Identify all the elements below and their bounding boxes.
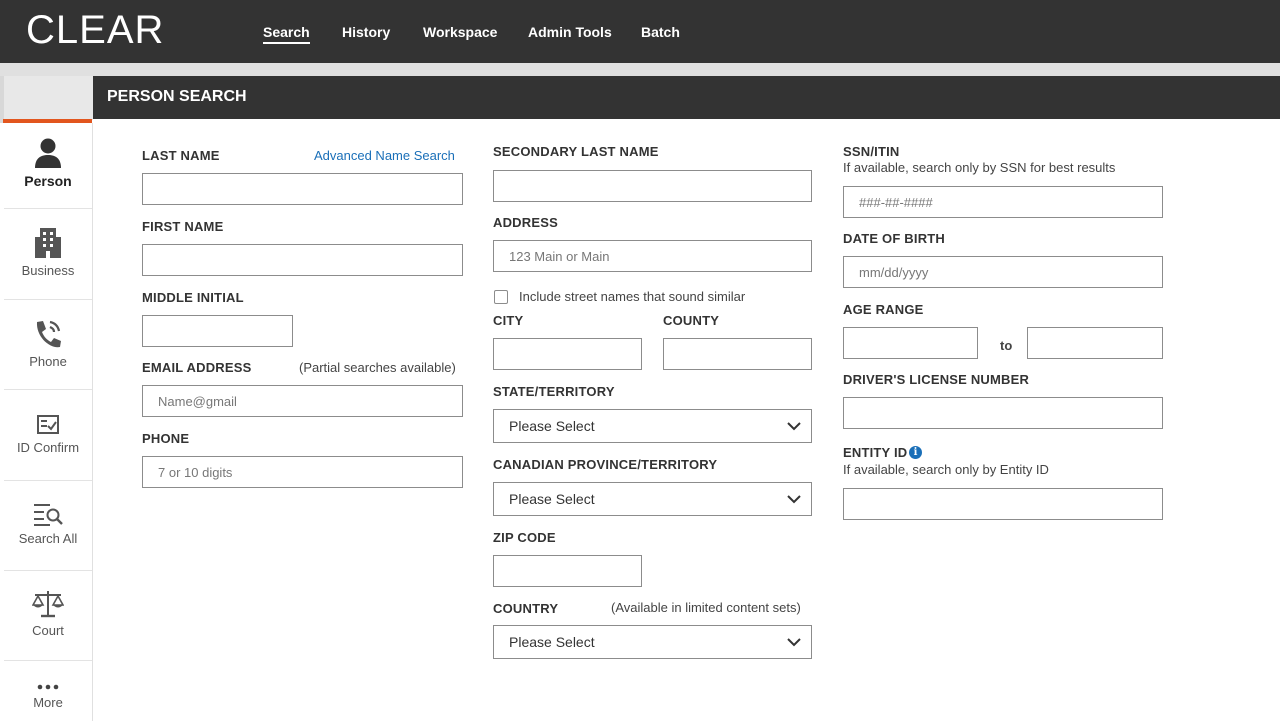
info-icon[interactable]: i	[909, 446, 922, 459]
ssn-input[interactable]	[843, 186, 1163, 218]
page-header: PERSON SEARCH	[93, 76, 1280, 119]
email-hint: (Partial searches available)	[299, 360, 456, 375]
nav-history[interactable]: History	[342, 24, 390, 40]
sidebar-item-label: Person	[24, 173, 72, 189]
sidebar-item-business[interactable]: Business	[4, 209, 92, 300]
search-all-icon	[34, 504, 63, 526]
sidebar-item-more[interactable]: More	[4, 661, 92, 721]
drivers-license-label: DRIVER'S LICENSE NUMBER	[843, 372, 1030, 387]
sidebar-item-label: More	[33, 695, 63, 710]
age-range-from-input[interactable]	[843, 327, 978, 359]
city-input[interactable]	[493, 338, 642, 370]
province-select[interactable]: Please Select	[493, 482, 812, 516]
nav-search[interactable]: Search	[263, 24, 310, 44]
state-selected-value: Please Select	[509, 418, 595, 434]
scales-icon	[32, 591, 64, 618]
left-sidebar: Person Business Phone ID Confirm Search …	[0, 123, 93, 721]
nav-admin-tools[interactable]: Admin Tools	[528, 24, 612, 40]
sidebar-item-label: Business	[21, 263, 75, 278]
sidebar-item-id-confirm[interactable]: ID Confirm	[4, 390, 92, 481]
last-name-label: LAST NAME	[142, 148, 220, 163]
middle-initial-label: MIDDLE INITIAL	[142, 290, 244, 305]
sound-similar-label[interactable]: Include street names that sound similar	[519, 289, 745, 304]
chevron-down-icon	[787, 495, 801, 504]
top-navigation-bar: CLEAR Search History Workspace Admin Too…	[0, 0, 1280, 63]
province-selected-value: Please Select	[509, 491, 595, 507]
secondary-last-name-input[interactable]	[493, 170, 812, 202]
app-logo[interactable]: CLEAR	[26, 8, 164, 53]
address-label: ADDRESS	[493, 215, 558, 230]
email-input[interactable]	[142, 385, 463, 417]
sidebar-item-search-all[interactable]: Search All	[4, 481, 92, 571]
country-select[interactable]: Please Select	[493, 625, 812, 659]
zip-input[interactable]	[493, 555, 642, 587]
sidebar-item-person[interactable]: Person	[4, 123, 92, 209]
sub-header-strip	[0, 63, 1280, 76]
building-icon	[35, 228, 61, 258]
state-label: STATE/TERRITORY	[493, 384, 615, 399]
first-name-label: FIRST NAME	[142, 219, 224, 234]
phone-input[interactable]	[142, 456, 463, 488]
county-label: COUNTY	[663, 313, 720, 328]
advanced-name-search-link[interactable]: Advanced Name Search	[314, 148, 455, 163]
age-range-to-label: to	[1000, 338, 1013, 353]
sidebar-item-label: ID Confirm	[16, 440, 80, 455]
id-confirm-icon	[37, 415, 59, 434]
sound-similar-checkbox[interactable]	[494, 290, 508, 304]
chevron-down-icon	[787, 638, 801, 647]
entity-id-hint: If available, search only by Entity ID	[843, 462, 1049, 477]
last-name-input[interactable]	[142, 173, 463, 205]
sidebar-item-label: Phone	[29, 354, 67, 369]
sidebar-item-label: Search All	[18, 531, 78, 546]
ssn-hint: If available, search only by SSN for bes…	[843, 160, 1116, 175]
sidebar-item-label: Court	[32, 623, 64, 638]
city-label: CITY	[493, 313, 524, 328]
first-name-input[interactable]	[142, 244, 463, 276]
sidebar-item-phone[interactable]: Phone	[4, 300, 92, 390]
province-label: CANADIAN PROVINCE/TERRITORY	[493, 457, 718, 472]
age-range-label: AGE RANGE	[843, 302, 924, 317]
dob-input[interactable]	[843, 256, 1163, 288]
email-label: EMAIL ADDRESS	[142, 360, 252, 375]
page-title: PERSON SEARCH	[107, 88, 247, 105]
drivers-license-input[interactable]	[843, 397, 1163, 429]
state-select[interactable]: Please Select	[493, 409, 812, 443]
ssn-label: SSN/ITIN	[843, 144, 900, 159]
entity-id-label: ENTITY ID	[843, 445, 908, 460]
chevron-down-icon	[787, 422, 801, 431]
person-icon	[35, 138, 61, 168]
nav-batch[interactable]: Batch	[641, 24, 680, 40]
age-range-to-input[interactable]	[1027, 327, 1163, 359]
entity-id-input[interactable]	[843, 488, 1163, 520]
zip-label: ZIP CODE	[493, 530, 556, 545]
secondary-last-name-label: SECONDARY LAST NAME	[493, 144, 659, 159]
country-selected-value: Please Select	[509, 634, 595, 650]
phone-label: PHONE	[142, 431, 190, 446]
address-input[interactable]	[493, 240, 812, 272]
nav-workspace[interactable]: Workspace	[423, 24, 497, 40]
dob-label: DATE OF BIRTH	[843, 231, 946, 246]
sidebar-top-strip	[0, 76, 93, 120]
phone-icon	[36, 320, 61, 348]
middle-initial-input[interactable]	[142, 315, 293, 347]
county-input[interactable]	[663, 338, 812, 370]
sidebar-item-court[interactable]: Court	[4, 571, 92, 661]
more-icon	[37, 684, 59, 690]
country-hint: (Available in limited content sets)	[611, 600, 801, 615]
country-label: COUNTRY	[493, 601, 559, 616]
